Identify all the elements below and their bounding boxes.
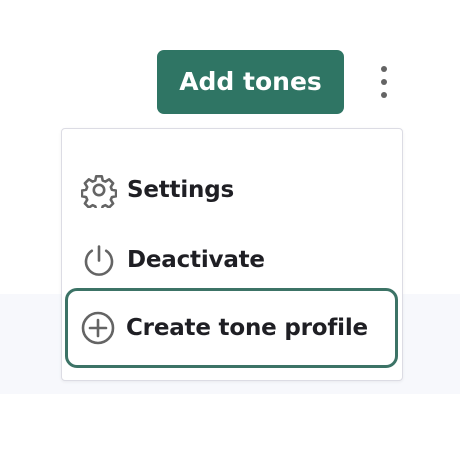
menu-item-label-create-tone-profile: Create tone profile (126, 315, 368, 341)
add-tones-button[interactable]: Add tones (157, 50, 344, 114)
power-icon (84, 245, 114, 276)
more-dot-bottom (381, 92, 387, 98)
actions-dropdown-menu: Settings Deactivate Create tone profile (61, 128, 403, 381)
gear-icon (81, 175, 117, 208)
plus-circle-icon (81, 311, 115, 345)
more-vertical-icon[interactable] (367, 59, 401, 105)
more-dot-middle (381, 79, 387, 85)
menu-item-create-tone-profile[interactable]: Create tone profile (65, 288, 398, 368)
page: Add tones Settings Deactivate Create ton… (0, 0, 460, 460)
menu-item-label-deactivate: Deactivate (127, 247, 265, 273)
menu-item-deactivate[interactable]: Deactivate (66, 223, 398, 297)
more-dot-top (381, 66, 387, 72)
menu-item-settings[interactable]: Settings (66, 153, 398, 227)
menu-item-label-settings: Settings (127, 177, 234, 203)
